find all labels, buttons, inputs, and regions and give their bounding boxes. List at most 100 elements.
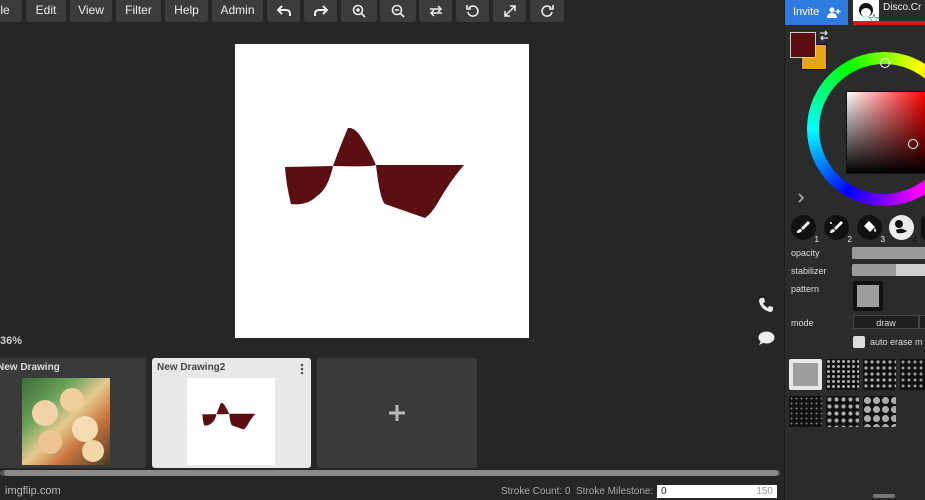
tool-overflow[interactable] [921,215,925,240]
opacity-slider[interactable] [852,247,925,259]
zoom-in-button[interactable] [341,0,377,22]
pattern-swatch-dots[interactable] [863,359,896,390]
menu-view[interactable]: View [70,0,112,22]
saturation-value-picker[interactable] [846,91,925,174]
drawing-thumbnail-image [22,378,110,465]
add-user-icon [827,7,841,18]
pattern-selector[interactable] [853,281,883,311]
menu-file-label: File [0,3,10,17]
invite-button[interactable]: Invite [785,0,848,25]
milestone-value: 0 [661,486,667,497]
refresh-button[interactable] [530,0,564,22]
brush-icon [797,221,810,233]
drawing-canvas[interactable] [235,44,529,338]
auto-erase-checkbox[interactable] [853,336,865,348]
right-panel: Invite Disco.Cr 1 2 3 4 opacity stabiliz… [784,0,925,500]
undo-button[interactable] [267,0,300,22]
brush-tool-1[interactable]: 1 [791,215,819,244]
smudge-icon [895,220,907,234]
fullscreen-icon [503,5,516,17]
pattern-swatch-fine[interactable] [789,396,822,427]
stroke-count: Stroke Count: 0 [501,486,571,497]
rotate-left-icon [465,5,479,17]
primary-color-swatch[interactable] [790,32,816,58]
refresh-icon [541,5,554,17]
tool-number: 3 [880,235,885,244]
mode-draw-button[interactable]: draw [853,315,919,329]
auto-erase-label: auto erase m [870,337,923,347]
brush-icon [830,221,843,233]
hue-picker-handle[interactable] [880,58,890,68]
milestone-max: 150 [756,486,773,497]
top-toolbar: File Edit View Filter Help Admin [0,0,784,24]
stabilizer-fill [852,264,896,276]
zoom-in-icon [352,4,366,18]
mode-label: mode [791,318,814,328]
menu-file[interactable]: File [0,0,22,22]
canvas-stroke-shape [285,127,464,218]
horizontal-scrollbar[interactable] [0,470,780,476]
scrollbar-thumb[interactable] [4,470,778,476]
opacity-fill [852,247,925,259]
pattern-swatch-stars[interactable] [826,396,859,427]
rotate-button[interactable] [456,0,489,22]
plus-icon [389,405,405,421]
smudge-tool[interactable]: 4 [889,215,917,244]
zoom-level: 36% [0,335,23,347]
brush-tool-2[interactable]: 2 [824,215,852,244]
phone-icon [759,298,773,312]
pattern-swatch-sparse[interactable] [900,359,925,390]
flip-button[interactable] [419,0,452,22]
redo-icon [313,5,328,16]
tool-number: 2 [847,235,852,244]
add-drawing-button[interactable] [317,358,477,468]
menu-edit[interactable]: Edit [26,0,66,22]
menu-filter-label: Filter [125,3,152,17]
color-picker-handle[interactable] [908,139,918,149]
chat-icon [758,331,775,345]
menu-help[interactable]: Help [165,0,208,22]
call-button[interactable] [758,297,774,318]
more-options-icon[interactable] [300,362,304,380]
drawing-card-active[interactable]: New Drawing2 [152,358,311,468]
pattern-swatch-dense[interactable] [826,359,859,390]
stabilizer-label: stabilizer [791,266,827,276]
drawings-strip: New Drawing New Drawing2 [0,358,784,470]
drawing-thumbnail-image [187,378,275,465]
user-color-bar [853,21,925,25]
tool-number: 4 [912,235,917,244]
redo-button[interactable] [304,0,337,22]
drawing-title: New Drawing2 [157,362,226,373]
fullscreen-button[interactable] [493,0,526,22]
chat-button[interactable] [758,331,775,351]
zoom-out-button[interactable] [380,0,416,22]
fill-tool[interactable]: 3 [857,215,885,244]
username: Disco.Cr [883,2,922,13]
pattern-swatch-solid[interactable] [789,359,822,390]
swap-colors-icon[interactable] [818,30,830,41]
drawing-card[interactable]: New Drawing [0,358,146,468]
menu-edit-label: Edit [35,3,57,17]
menu-help-label: Help [174,3,199,17]
menu-admin[interactable]: Admin [212,0,263,22]
menu-view-label: View [78,3,104,17]
pattern-label: pattern [791,284,820,294]
stroke-milestone-bar: 0 150 [657,485,777,498]
stroke-milestone-label: Stroke Milestone: [576,486,654,497]
tool-number: 1 [814,235,819,244]
panel-resize-handle[interactable] [873,494,895,498]
swap-icon [429,5,442,17]
menu-admin-label: Admin [220,3,255,17]
drawing-title: New Drawing [0,362,60,373]
paint-bucket-icon [864,221,876,232]
opacity-label: opacity [791,248,820,258]
pattern-swatch-large-dots[interactable] [863,396,896,427]
menu-filter[interactable]: Filter [116,0,161,22]
chevron-right-icon[interactable] [797,193,805,203]
status-bar: imgflip.com Stroke Count: 0 Stroke Miles… [0,481,784,500]
invite-label: Invite [793,6,820,18]
stabilizer-slider[interactable] [852,264,925,276]
site-label: imgflip.com [5,485,61,497]
mode-option-button[interactable] [919,315,925,329]
undo-icon [276,5,291,16]
